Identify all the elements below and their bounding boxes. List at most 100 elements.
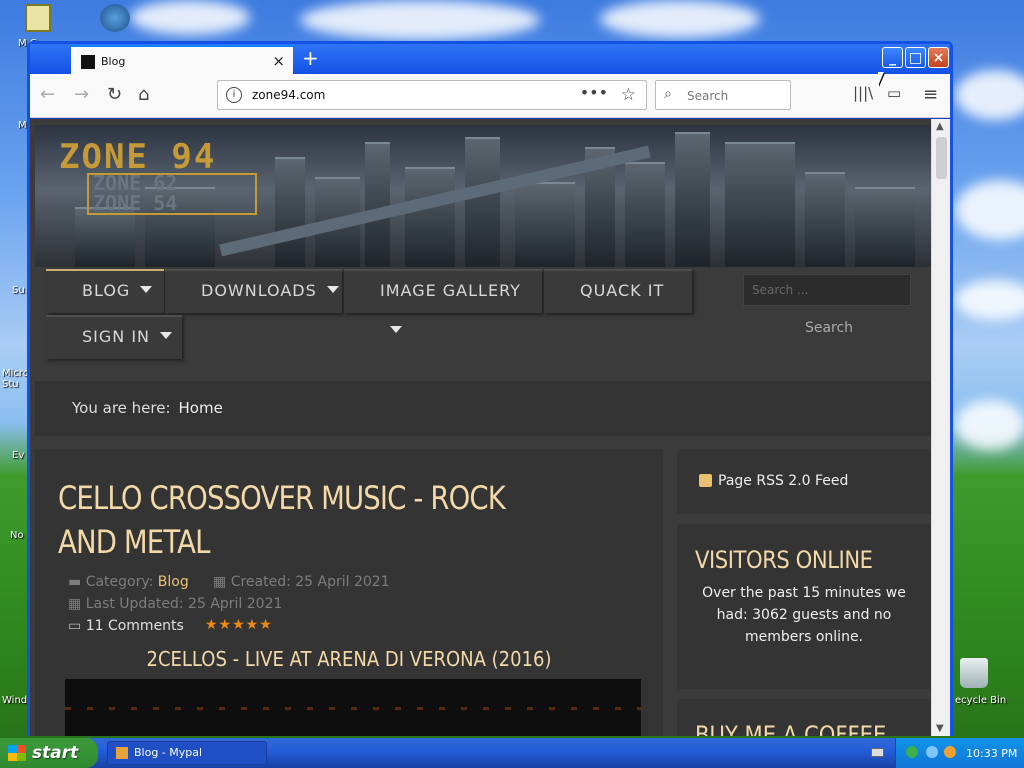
category-link[interactable]: Blog xyxy=(158,574,189,590)
calendar-icon: ▦ xyxy=(68,596,82,612)
chevron-down-icon xyxy=(140,286,153,293)
taskbar: start Blog - Mypal 10:33 PM xyxy=(0,738,1024,768)
menu-item-downloads[interactable]: DOWNLOADS xyxy=(165,269,342,313)
rating-stars[interactable]: ★★★★★ xyxy=(205,617,273,633)
close-tab-icon[interactable]: × xyxy=(272,52,285,70)
close-window-button[interactable]: × xyxy=(928,47,949,68)
keyboard-icon[interactable] xyxy=(871,748,884,757)
rss-link[interactable]: Page RSS 2.0 Feed xyxy=(718,473,848,489)
desktop-icon-shortcut[interactable] xyxy=(100,4,130,32)
menu-label-downloads: DOWNLOADS xyxy=(201,281,317,300)
start-label: start xyxy=(32,743,79,763)
address-bar[interactable]: i zone94.com ••• ☆ xyxy=(217,80,647,110)
scroll-up-icon[interactable]: ▲ xyxy=(936,121,944,132)
recycle-bin-label: ecycle Bin xyxy=(955,695,1007,706)
home-icon[interactable]: ⌂ xyxy=(138,84,149,105)
breadcrumb-home[interactable]: Home xyxy=(179,399,223,417)
scroll-down-icon[interactable]: ▼ xyxy=(936,723,944,734)
bookmark-star-icon[interactable]: ☆ xyxy=(621,85,636,105)
menu-label-blog: BLOG xyxy=(82,281,131,300)
taskbar-item-mypal[interactable]: Blog - Mypal xyxy=(107,741,267,765)
recycle-bin-icon[interactable] xyxy=(960,658,988,688)
start-button[interactable]: start xyxy=(0,738,98,768)
volume-icon[interactable] xyxy=(926,746,938,758)
maximize-button[interactable]: □ xyxy=(905,47,926,68)
video-title: 2CELLOS - LIVE AT ARENA DI VERONA (2016) xyxy=(146,647,552,671)
menu-item-image-gallery[interactable]: IMAGE GALLERY xyxy=(344,269,542,333)
site-banner[interactable]: ZONE 94 ZONE 62 ZONE 54 xyxy=(35,125,931,267)
site-search-button[interactable]: Search xyxy=(793,316,865,344)
menu-label-image-gallery: IMAGE GALLERY xyxy=(380,281,521,300)
article-comments[interactable]: ▭ 11 Comments xyxy=(68,618,184,634)
logo-line-2: ZONE 54 xyxy=(93,191,178,215)
visitors-text: Over the past 15 minutes we had: 3062 gu… xyxy=(702,585,906,645)
page-content: ZONE 94 ZONE 62 ZONE 54 BLOG DOWNLOADS I… xyxy=(30,119,934,736)
taskbar-item-label: Blog - Mypal xyxy=(134,746,203,759)
network-icon[interactable] xyxy=(906,746,918,758)
chevron-down-icon xyxy=(160,332,173,339)
article-created: ▦ Created: 25 April 2021 xyxy=(213,574,390,590)
mouse-cursor-icon xyxy=(878,72,884,86)
menu-item-quack-it[interactable]: QUACK IT xyxy=(544,269,692,313)
clock[interactable]: 10:33 PM xyxy=(966,747,1017,760)
desktop-label-4: Micro Stu xyxy=(2,368,29,390)
desktop-label-7: Wind xyxy=(2,695,28,706)
library-icon[interactable]: |||\ xyxy=(853,84,873,102)
new-tab-button[interactable]: + xyxy=(302,46,319,70)
desktop-label-3: Su xyxy=(12,285,25,296)
menu-label-quack-it: QUACK IT xyxy=(580,281,665,300)
reload-icon[interactable]: ↻ xyxy=(107,84,122,105)
site-search-input[interactable]: Search ... xyxy=(743,274,911,306)
page-actions-icon[interactable]: ••• xyxy=(580,83,608,102)
article-updated: ▦ Last Updated: 25 April 2021 xyxy=(68,596,282,612)
search-icon: ⌕ xyxy=(664,86,672,102)
site-info-icon[interactable]: i xyxy=(226,87,242,103)
rss-module: Page RSS 2.0 Feed xyxy=(677,449,931,514)
browser-window: Blog × + _ □ × ← → ↻ ⌂ i zone94.com ••• … xyxy=(27,41,953,736)
site-logo-secondary: ZONE 62 ZONE 54 xyxy=(93,173,177,213)
visitors-title: VISITORS ONLINE xyxy=(695,546,873,574)
breadcrumb-prefix: You are here: xyxy=(72,399,171,417)
coffee-title: BUY ME A COFFEE xyxy=(695,721,887,736)
sidebar-icon[interactable]: ▭ xyxy=(887,84,901,102)
category-label: Category: xyxy=(85,574,154,590)
tab-blog[interactable]: Blog × xyxy=(71,45,293,74)
desktop-icon-top[interactable] xyxy=(25,4,51,32)
favicon-icon xyxy=(81,55,95,69)
comments-link[interactable]: 11 Comments xyxy=(86,618,184,634)
desktop-label-5: Ev xyxy=(12,450,25,461)
minimize-button[interactable]: _ xyxy=(882,47,903,68)
browser-search-placeholder: Search xyxy=(687,89,729,103)
url-text: zone94.com xyxy=(252,88,326,102)
menu-item-sign-in[interactable]: SIGN IN xyxy=(46,315,182,359)
scroll-thumb[interactable] xyxy=(936,137,947,179)
chevron-down-icon xyxy=(326,286,339,293)
created-date: Created: 25 April 2021 xyxy=(230,574,390,590)
coffee-module: BUY ME A COFFEE xyxy=(677,699,931,736)
title-bar[interactable]: Blog × + _ □ × xyxy=(30,44,950,74)
menu-label-sign-in: SIGN IN xyxy=(82,327,151,346)
desktop-label-6: No xyxy=(10,530,24,541)
article-category: ▬ Category: Blog xyxy=(68,574,189,590)
browser-search-input[interactable]: ⌕ Search xyxy=(655,80,791,110)
article-title[interactable]: CELLO CROSSOVER MUSIC - ROCK AND METAL xyxy=(58,476,540,564)
article-card: CELLO CROSSOVER MUSIC - ROCK AND METAL ▬… xyxy=(35,449,663,736)
tab-title: Blog xyxy=(101,55,126,68)
menu-item-blog[interactable]: BLOG xyxy=(46,269,164,313)
forward-icon[interactable]: → xyxy=(74,84,89,105)
chevron-down-icon xyxy=(390,326,402,333)
vertical-scrollbar[interactable]: ▲ ▼ xyxy=(931,119,950,736)
back-icon[interactable]: ← xyxy=(40,84,55,105)
visitors-module: VISITORS ONLINE Over the past 15 minutes… xyxy=(677,524,931,689)
system-tray: 10:33 PM xyxy=(895,738,1024,768)
windows-logo-icon xyxy=(8,745,26,761)
search-tray-icon[interactable] xyxy=(944,746,956,758)
mypal-icon xyxy=(116,747,128,759)
comment-icon: ▭ xyxy=(68,618,82,634)
menu-icon[interactable]: ≡ xyxy=(923,84,938,105)
breadcrumb: You are here: Home xyxy=(35,381,931,436)
updated-date: Last Updated: 25 April 2021 xyxy=(85,596,283,612)
calendar-icon: ▦ xyxy=(213,574,227,590)
logo-line-1: ZONE 62 xyxy=(93,171,178,195)
embedded-video[interactable] xyxy=(65,679,641,736)
